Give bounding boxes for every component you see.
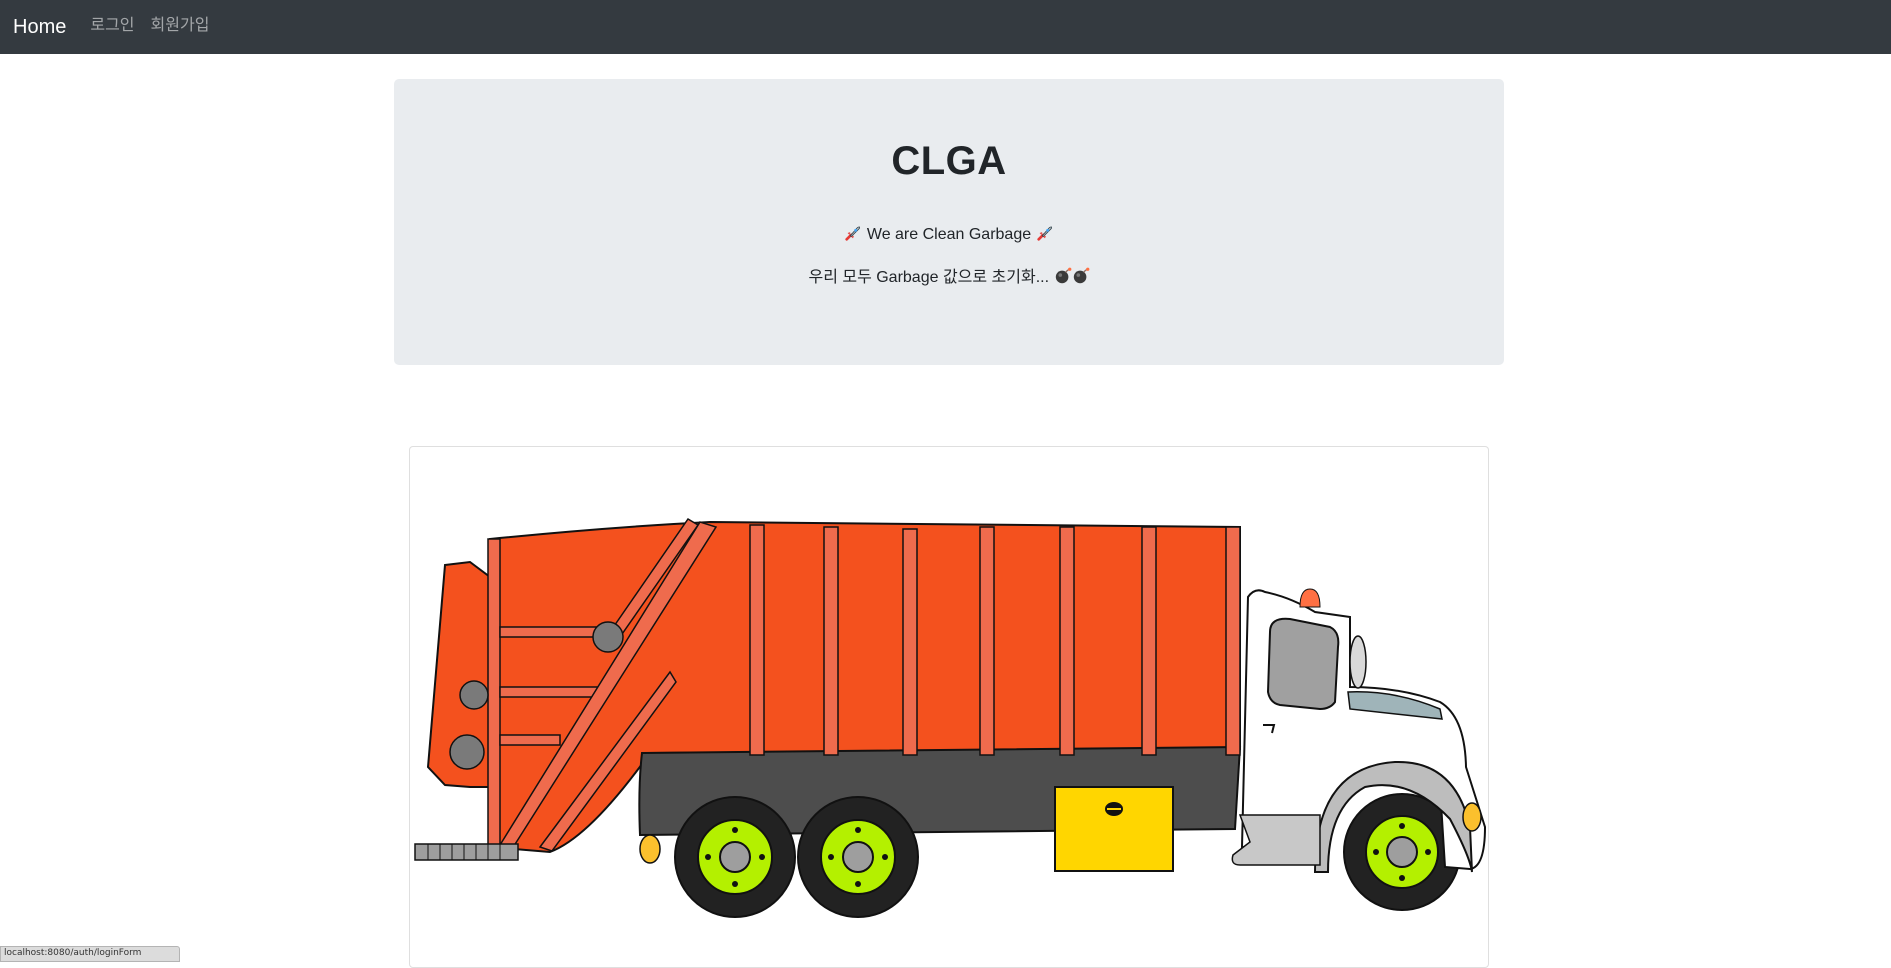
- subtitle-text: 우리 모두 Garbage 값으로 초기화...: [808, 269, 1050, 286]
- status-bar-url: localhost:8080/auth/loginForm: [0, 946, 180, 962]
- tagline-text: We are Clean Garbage: [866, 226, 1032, 243]
- jumbotron: CLGA We are Clean Garbage 우리 모두 Garbage …: [394, 79, 1504, 365]
- rocket-icon: [845, 226, 861, 241]
- navbar: Home 로그인 회원가입: [0, 0, 1891, 54]
- login-link[interactable]: 로그인: [90, 0, 134, 56]
- rocket-icon: [1036, 226, 1052, 241]
- tagline: We are Clean Garbage: [394, 224, 1504, 244]
- bomb-icon: [1055, 267, 1071, 284]
- garbage-truck-illustration: [414, 517, 1487, 918]
- bomb-icon: [1073, 267, 1089, 284]
- home-link[interactable]: Home: [13, 0, 66, 54]
- page-title: CLGA: [891, 139, 1007, 183]
- signup-link[interactable]: 회원가입: [151, 0, 210, 56]
- garbage-truck-card: [409, 446, 1489, 968]
- subtitle: 우리 모두 Garbage 값으로 초기화...: [394, 263, 1504, 287]
